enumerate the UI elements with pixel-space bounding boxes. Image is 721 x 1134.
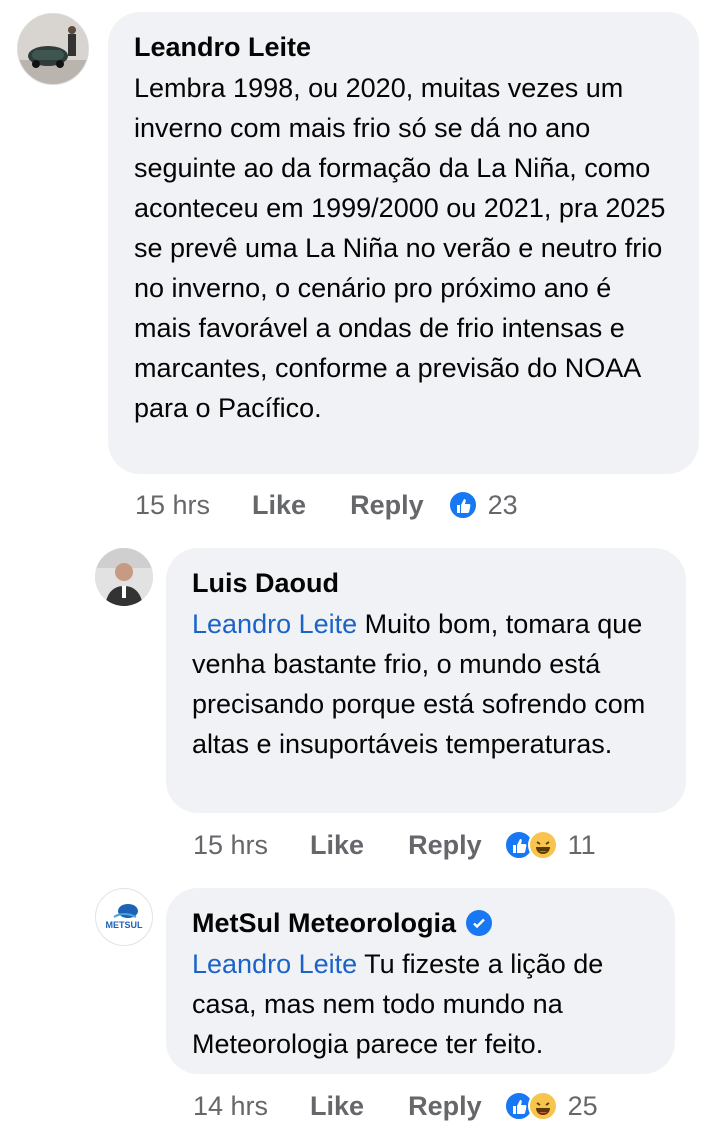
timestamp[interactable]: 15 hrs [135, 487, 210, 523]
author-name[interactable]: MetSul Meteorologia [192, 904, 456, 942]
metsul-logo-text: METSUL [106, 920, 144, 930]
person-photo-icon [95, 548, 153, 606]
mention-link[interactable]: Leandro Leite [192, 609, 357, 639]
like-reaction-icon [447, 490, 478, 520]
comment-bubble: Leandro Leite Lembra 1998, ou 2020, muit… [108, 12, 699, 474]
haha-reaction-icon [527, 1091, 558, 1121]
author-name[interactable]: Leandro Leite [134, 28, 311, 66]
reply-button[interactable]: Reply [408, 1088, 482, 1124]
comment-author[interactable]: Leandro Leite [134, 28, 671, 66]
comment-body: Lembra 1998, ou 2020, muitas vezes um in… [134, 73, 666, 423]
like-button[interactable]: Like [310, 827, 364, 863]
comment-text: Leandro Leite Tu fizeste a lição de casa… [192, 944, 647, 1064]
metsul-logo-icon: METSUL [106, 904, 144, 930]
comment-text: Leandro Leite Muito bom, tomara que venh… [192, 604, 658, 764]
like-button[interactable]: Like [310, 1088, 364, 1124]
mention-link[interactable]: Leandro Leite [192, 949, 357, 979]
reaction-count: 25 [567, 1091, 598, 1121]
avatar[interactable] [17, 13, 89, 85]
comment-bubble: MetSul Meteorologia Leandro Leite Tu fiz… [166, 888, 675, 1074]
haha-reaction-icon [527, 830, 558, 860]
comment-author[interactable]: Luis Daoud [192, 564, 658, 602]
timestamp[interactable]: 15 hrs [193, 827, 268, 863]
author-name[interactable]: Luis Daoud [192, 564, 339, 602]
car-photo-icon [18, 14, 88, 84]
comment-actions: 14 hrs Like Reply 25 [193, 1088, 598, 1124]
comment-bubble: Luis Daoud Leandro Leite Muito bom, toma… [166, 548, 686, 813]
reaction-summary[interactable]: 23 [447, 487, 518, 523]
comment-text: Lembra 1998, ou 2020, muitas vezes um in… [134, 68, 671, 428]
comment-author[interactable]: MetSul Meteorologia [192, 904, 647, 942]
comment-actions: 15 hrs Like Reply 23 [135, 487, 518, 523]
reaction-count: 23 [487, 490, 518, 520]
reaction-count: 11 [567, 830, 596, 860]
reaction-summary[interactable]: 11 [503, 827, 596, 863]
reply-button[interactable]: Reply [408, 827, 482, 863]
avatar[interactable] [95, 548, 153, 606]
comment-actions: 15 hrs Like Reply 11 [193, 827, 596, 863]
like-button[interactable]: Like [252, 487, 306, 523]
verified-badge-icon [466, 910, 493, 936]
avatar[interactable]: METSUL [95, 888, 153, 946]
reply-button[interactable]: Reply [350, 487, 424, 523]
reaction-summary[interactable]: 25 [503, 1088, 598, 1124]
timestamp[interactable]: 14 hrs [193, 1088, 268, 1124]
